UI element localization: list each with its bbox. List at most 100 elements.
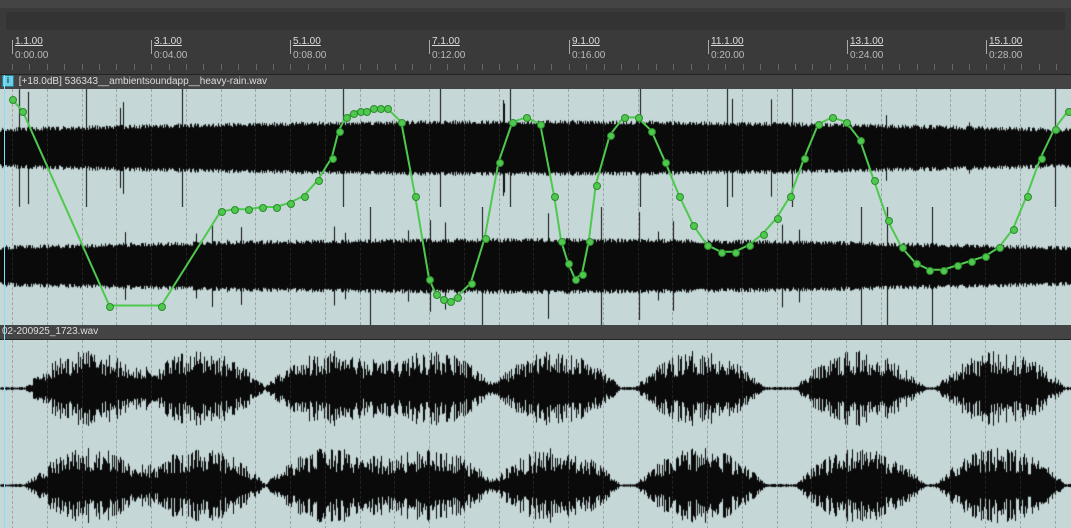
ruler-minor-tick bbox=[882, 64, 883, 70]
automation-point[interactable] bbox=[857, 137, 865, 145]
automation-point[interactable] bbox=[426, 276, 434, 284]
automation-point[interactable] bbox=[1024, 193, 1032, 201]
automation-point[interactable] bbox=[607, 132, 615, 140]
ruler-minor-tick bbox=[638, 64, 639, 70]
automation-point[interactable] bbox=[635, 114, 643, 122]
automation-point[interactable] bbox=[9, 96, 17, 104]
clip-header-track2[interactable]: 02-200925_1723.wav bbox=[0, 325, 1071, 339]
beat-gridline bbox=[950, 89, 951, 325]
automation-point[interactable] bbox=[760, 231, 768, 239]
automation-point[interactable] bbox=[496, 159, 504, 167]
automation-point[interactable] bbox=[926, 267, 934, 275]
automation-point[interactable] bbox=[801, 155, 809, 163]
automation-point[interactable] bbox=[593, 182, 601, 190]
automation-point[interactable] bbox=[621, 114, 629, 122]
automation-point[interactable] bbox=[273, 204, 281, 212]
ruler-minor-tick bbox=[290, 64, 291, 70]
automation-point[interactable] bbox=[412, 193, 420, 201]
beat-gridline bbox=[1020, 89, 1021, 325]
automation-point[interactable] bbox=[454, 294, 462, 302]
automation-point[interactable] bbox=[19, 108, 27, 116]
ruler-minor-tick bbox=[1039, 64, 1040, 70]
automation-point[interactable] bbox=[558, 238, 566, 246]
automation-point[interactable] bbox=[158, 303, 166, 311]
ruler-timecode-label: 0:28.00 bbox=[989, 50, 1022, 61]
automation-point[interactable] bbox=[648, 128, 656, 136]
ruler-major-tick[interactable]: 3.1.000:04.00 bbox=[151, 40, 152, 54]
automation-point[interactable] bbox=[106, 303, 114, 311]
automation-point[interactable] bbox=[787, 193, 795, 201]
automation-point[interactable] bbox=[565, 260, 573, 268]
beat-gridline bbox=[499, 89, 500, 325]
clip-body-track2[interactable] bbox=[0, 339, 1071, 528]
automation-point[interactable] bbox=[551, 193, 559, 201]
automation-point[interactable] bbox=[509, 119, 517, 127]
automation-point[interactable] bbox=[336, 128, 344, 136]
automation-point[interactable] bbox=[482, 235, 490, 243]
automation-point[interactable] bbox=[398, 119, 406, 127]
automation-point[interactable] bbox=[537, 121, 545, 129]
beat-gridline bbox=[116, 340, 117, 528]
automation-point[interactable] bbox=[676, 193, 684, 201]
beat-gridline bbox=[429, 340, 430, 528]
ruler-major-tick[interactable]: 15.1.000:28.00 bbox=[986, 40, 987, 54]
timeline-ruler[interactable]: 1.1.000:00.00 3.1.000:04.00 5.1.000:08.00 7… bbox=[0, 34, 1071, 75]
automation-point[interactable] bbox=[732, 249, 740, 257]
automation-point[interactable] bbox=[1065, 108, 1071, 116]
automation-point[interactable] bbox=[231, 206, 239, 214]
automation-point[interactable] bbox=[843, 119, 851, 127]
beat-gridline bbox=[846, 340, 847, 528]
beat-gridline bbox=[186, 89, 187, 325]
automation-point[interactable] bbox=[1038, 155, 1046, 163]
playhead-cursor[interactable] bbox=[4, 75, 5, 528]
ruler-minor-tick bbox=[917, 64, 918, 70]
ruler-major-tick[interactable]: 13.1.000:24.00 bbox=[847, 40, 848, 54]
beat-gridline bbox=[394, 89, 395, 325]
automation-point[interactable] bbox=[899, 244, 907, 252]
ruler-major-tick[interactable]: 7.1.000:12.00 bbox=[429, 40, 430, 54]
automation-point[interactable] bbox=[301, 193, 309, 201]
automation-point[interactable] bbox=[954, 262, 962, 270]
automation-point[interactable] bbox=[218, 208, 226, 216]
automation-point[interactable] bbox=[829, 114, 837, 122]
automation-point[interactable] bbox=[718, 249, 726, 257]
automation-point[interactable] bbox=[1052, 126, 1060, 134]
automation-point[interactable] bbox=[982, 253, 990, 261]
automation-point[interactable] bbox=[523, 114, 531, 122]
beat-gridline bbox=[499, 340, 500, 528]
ruler-major-tick[interactable]: 5.1.000:08.00 bbox=[290, 40, 291, 54]
ruler-major-tick[interactable]: 9.1.000:16.00 bbox=[569, 40, 570, 54]
ruler-minor-tick bbox=[760, 64, 761, 70]
automation-point[interactable] bbox=[871, 177, 879, 185]
automation-point[interactable] bbox=[774, 215, 782, 223]
clip-body-track1[interactable] bbox=[0, 89, 1071, 325]
automation-point[interactable] bbox=[468, 280, 476, 288]
ruler-minor-tick bbox=[865, 64, 866, 70]
automation-point[interactable] bbox=[913, 260, 921, 268]
automation-point[interactable] bbox=[968, 258, 976, 266]
automation-point[interactable] bbox=[384, 105, 392, 113]
ruler-minor-tick bbox=[830, 64, 831, 70]
ruler-minor-tick bbox=[221, 64, 222, 70]
automation-point[interactable] bbox=[259, 204, 267, 212]
automation-point[interactable] bbox=[287, 200, 295, 208]
automation-point[interactable] bbox=[704, 242, 712, 250]
automation-point[interactable] bbox=[940, 267, 948, 275]
automation-point[interactable] bbox=[579, 271, 587, 279]
automation-point[interactable] bbox=[1010, 226, 1018, 234]
automation-point[interactable] bbox=[746, 242, 754, 250]
ruler-bars-beats-label: 9.1.00 bbox=[572, 36, 600, 47]
automation-point[interactable] bbox=[690, 222, 698, 230]
automation-point[interactable] bbox=[329, 155, 337, 163]
ruler-major-tick[interactable]: 1.1.000:00.00 bbox=[12, 40, 13, 54]
automation-point[interactable] bbox=[662, 159, 670, 167]
clip-header-track1[interactable]: i [+18.0dB] 536343__ambientsoundapp__hea… bbox=[0, 75, 1071, 89]
ruler-major-tick[interactable]: 11.1.000:20.00 bbox=[708, 40, 709, 54]
automation-point[interactable] bbox=[885, 217, 893, 225]
automation-point[interactable] bbox=[815, 121, 823, 129]
automation-point[interactable] bbox=[315, 177, 323, 185]
ruler-minor-tick bbox=[847, 64, 848, 70]
automation-point[interactable] bbox=[245, 206, 253, 214]
automation-point[interactable] bbox=[996, 244, 1004, 252]
automation-point[interactable] bbox=[586, 238, 594, 246]
